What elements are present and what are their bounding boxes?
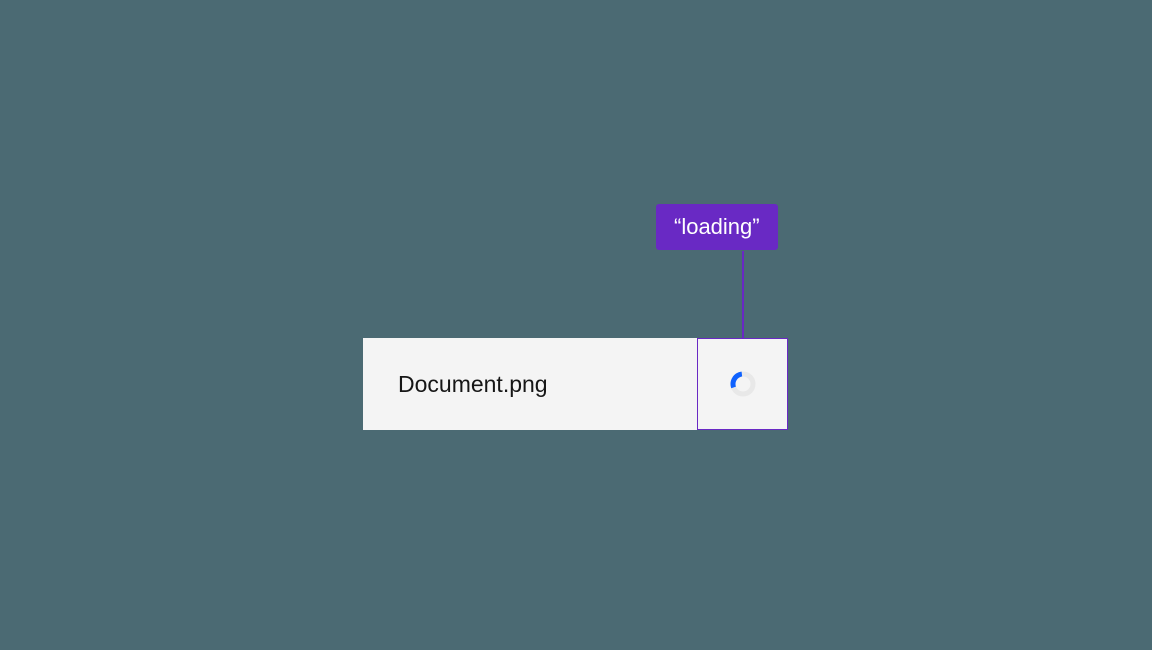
- loading-spinner-icon: [730, 371, 756, 397]
- loading-indicator-container: [697, 338, 788, 430]
- callout-label: “loading”: [656, 204, 778, 250]
- callout-connector-line: [742, 251, 744, 338]
